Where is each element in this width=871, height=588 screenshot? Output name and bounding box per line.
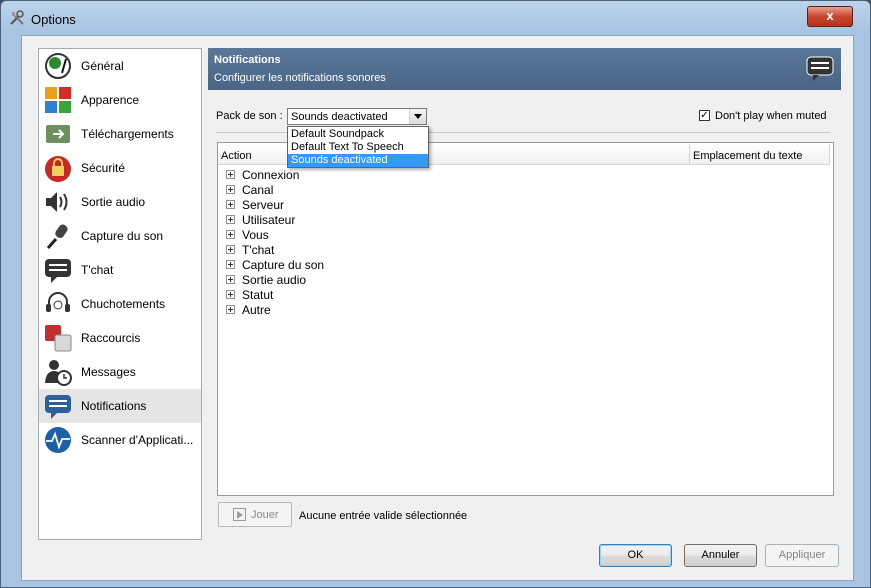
expand-icon[interactable] bbox=[226, 260, 235, 269]
sidebar-item-label: T'chat bbox=[81, 263, 114, 277]
sidebar-item-whispers[interactable]: Chuchotements bbox=[39, 287, 201, 321]
shortcuts-icon bbox=[45, 325, 72, 352]
title-bar[interactable]: Options x bbox=[1, 1, 870, 35]
window-title: Options bbox=[31, 12, 76, 27]
chevron-down-icon[interactable] bbox=[409, 109, 426, 124]
ok-button[interactable]: OK bbox=[599, 544, 672, 567]
dropdown-option[interactable]: Default Soundpack bbox=[288, 128, 428, 141]
expand-icon[interactable] bbox=[226, 200, 235, 209]
play-button-label: Jouer bbox=[251, 509, 279, 521]
dialog-body: Général Apparence Téléchargements Sécuri… bbox=[21, 35, 854, 581]
expand-icon[interactable] bbox=[226, 215, 235, 224]
general-icon bbox=[45, 53, 71, 79]
sidebar-item-label: Apparence bbox=[81, 93, 140, 107]
appearance-icon bbox=[45, 87, 71, 113]
speaker-icon bbox=[46, 192, 68, 212]
sidebar-item-appearance[interactable]: Apparence bbox=[39, 83, 201, 117]
expand-icon[interactable] bbox=[226, 170, 235, 179]
column-header-text-location[interactable]: Emplacement du texte bbox=[690, 144, 830, 165]
sidebar-item-chat[interactable]: T'chat bbox=[39, 253, 201, 287]
sidebar-item-label: Sortie audio bbox=[81, 195, 146, 209]
scanner-icon bbox=[45, 427, 71, 453]
sidebar-item-security[interactable]: Sécurité bbox=[39, 151, 201, 185]
notifications-icon bbox=[806, 56, 834, 81]
mute-checkbox[interactable]: ✓ bbox=[699, 110, 710, 121]
downloads-icon bbox=[46, 125, 70, 143]
apply-button[interactable]: Appliquer bbox=[765, 544, 839, 567]
sound-pack-dropdown-list: Default Soundpack Default Text To Speech… bbox=[287, 126, 429, 168]
section-subtitle: Configurer les notifications sonores bbox=[214, 72, 386, 84]
dropdown-option-selected[interactable]: Sounds deactivated bbox=[288, 154, 428, 167]
sidebar-item-messages[interactable]: Messages bbox=[39, 355, 201, 389]
play-button[interactable]: Jouer bbox=[218, 502, 292, 527]
expand-icon[interactable] bbox=[226, 230, 235, 239]
checkmark-icon: ✓ bbox=[700, 110, 709, 121]
sidebar-item-notifications[interactable]: Notifications bbox=[39, 389, 201, 423]
tools-icon bbox=[10, 10, 24, 25]
settings-sidebar: Général Apparence Téléchargements Sécuri… bbox=[38, 48, 202, 540]
sidebar-item-shortcuts[interactable]: Raccourcis bbox=[39, 321, 201, 355]
sidebar-item-label: Sécurité bbox=[81, 161, 126, 175]
section-title: Notifications bbox=[214, 54, 281, 66]
expand-icon[interactable] bbox=[226, 185, 235, 194]
notifications-icon bbox=[45, 395, 71, 419]
expand-icon[interactable] bbox=[226, 305, 235, 314]
options-window: Options x Général Apparence Téléchargeme… bbox=[0, 0, 871, 588]
close-icon: x bbox=[826, 8, 834, 23]
sidebar-item-label: Scanner d'Applicati... bbox=[81, 433, 194, 447]
close-button[interactable]: x bbox=[807, 6, 853, 27]
sidebar-item-label: Notifications bbox=[81, 399, 147, 413]
expand-icon[interactable] bbox=[226, 245, 235, 254]
cancel-button[interactable]: Annuler bbox=[684, 544, 757, 567]
mute-checkbox-label[interactable]: Don't play when muted bbox=[715, 110, 827, 122]
dropdown-option[interactable]: Default Text To Speech bbox=[288, 141, 428, 154]
sidebar-item-general[interactable]: Général bbox=[39, 49, 201, 83]
sound-pack-label: Pack de son : bbox=[216, 110, 283, 122]
sidebar-item-app-scanner[interactable]: Scanner d'Applicati... bbox=[39, 423, 201, 457]
microphone-icon bbox=[46, 224, 68, 249]
expand-icon[interactable] bbox=[226, 290, 235, 299]
section-header: Notifications Configurer les notificatio… bbox=[208, 48, 841, 90]
sidebar-item-label: Raccourcis bbox=[81, 331, 141, 345]
expand-icon[interactable] bbox=[226, 275, 235, 284]
sidebar-item-sound-capture[interactable]: Capture du son bbox=[39, 219, 201, 253]
sidebar-item-label: Chuchotements bbox=[81, 297, 166, 311]
sound-pack-select[interactable]: Sounds deactivated bbox=[287, 108, 427, 125]
sidebar-item-label: Général bbox=[81, 59, 124, 73]
play-icon bbox=[233, 508, 246, 521]
security-lock-icon bbox=[45, 156, 71, 182]
sidebar-item-audio-output[interactable]: Sortie audio bbox=[39, 185, 201, 219]
headset-icon bbox=[46, 292, 70, 312]
sidebar-item-label: Messages bbox=[81, 365, 136, 379]
chat-icon bbox=[45, 259, 71, 283]
messages-icon bbox=[45, 360, 72, 386]
notifications-tree[interactable]: Action Emplacement du texte Connexion Ca… bbox=[217, 142, 834, 496]
sidebar-item-downloads[interactable]: Téléchargements bbox=[39, 117, 201, 151]
selection-status: Aucune entrée valide sélectionnée bbox=[299, 510, 468, 522]
sound-pack-value: Sounds deactivated bbox=[291, 111, 388, 123]
sidebar-item-label: Téléchargements bbox=[81, 127, 174, 141]
sidebar-item-label: Capture du son bbox=[81, 229, 164, 243]
